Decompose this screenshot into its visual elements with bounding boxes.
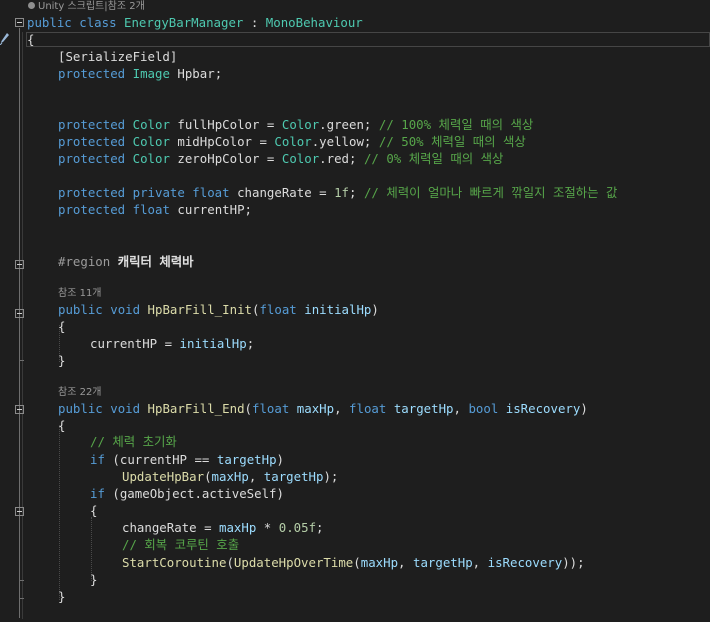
codelens-end[interactable]: 참조 22개 <box>0 386 102 400</box>
fold-toggle-if[interactable] <box>15 507 24 516</box>
change-margin-bar <box>22 32 23 619</box>
code-line-init-close[interactable]: } <box>0 352 65 369</box>
code-line-comment-init[interactable]: // 체력 초기화 <box>0 433 177 450</box>
attribute-serialize-field: [SerializeField] <box>58 49 178 64</box>
code-line-init-body[interactable]: currentHP = initialHp; <box>0 335 254 352</box>
code-line-if-current[interactable]: if (currentHP == targetHp) <box>0 451 284 468</box>
code-line-init-declaration[interactable]: public void HpBarFill_Init(float initial… <box>0 301 379 318</box>
unity-icon <box>28 2 35 9</box>
code-line-comment-coroutine[interactable]: // 회복 코루틴 호출 <box>0 536 239 553</box>
region-name: 캐릭터 체력바 <box>117 254 194 269</box>
base-class-name: MonoBehaviour <box>265 15 363 30</box>
code-line-end-close[interactable]: } <box>0 588 65 605</box>
fold-toggle-region[interactable] <box>15 260 24 269</box>
fold-toggle-init[interactable] <box>15 309 24 318</box>
fold-end-if <box>19 580 24 581</box>
code-line-class-declaration[interactable]: public class EnergyBarManager : MonoBeha… <box>0 14 363 31</box>
keyword-public: public <box>27 15 72 30</box>
current-line-highlight <box>26 32 710 47</box>
code-line-if-close[interactable]: } <box>0 571 97 588</box>
code-line-init-open[interactable]: { <box>0 318 65 335</box>
code-line-region[interactable]: #region 캐릭터 체력바 <box>0 253 194 270</box>
method-name-end: HpBarFill_End <box>147 401 245 416</box>
code-line-zero-hp-color[interactable]: protected Color zeroHpColor = Color.red;… <box>0 150 503 167</box>
code-line-serialize-field[interactable]: [SerializeField] <box>0 48 177 65</box>
code-line-open-brace[interactable]: { <box>0 31 34 48</box>
code-line-current-hp[interactable]: protected float currentHP; <box>0 201 252 218</box>
method-name-init: HpBarFill_Init <box>147 302 252 317</box>
code-line-if-active[interactable]: if (gameObject.activeSelf) <box>0 485 284 502</box>
code-line-update-call[interactable]: UpdateHpBar(maxHp, targetHp); <box>0 468 338 485</box>
code-line-end-open[interactable]: { <box>0 417 65 434</box>
fold-line-class <box>19 28 20 618</box>
references-count[interactable]: 참조 2개 <box>108 1 145 12</box>
codelens-init[interactable]: 참조 11개 <box>0 287 102 301</box>
class-name: EnergyBarManager <box>124 15 244 30</box>
code-line-full-hp-color[interactable]: protected Color fullHpColor = Color.gree… <box>0 116 533 133</box>
fold-toggle-end[interactable] <box>15 405 24 414</box>
code-line-mid-hp-color[interactable]: protected Color midHpColor = Color.yello… <box>0 133 526 150</box>
fold-end-init <box>19 360 24 361</box>
fold-end-method <box>19 598 24 599</box>
indent-guide-end <box>59 425 60 600</box>
code-line-hpbar-field[interactable]: protected Image Hpbar; <box>0 65 222 82</box>
code-line-rate-assign[interactable]: changeRate = maxHp * 0.05f; <box>0 519 324 536</box>
code-line-if-open[interactable]: { <box>0 502 97 519</box>
fold-toggle-class[interactable] <box>15 18 24 27</box>
code-line-start-coroutine[interactable]: StartCoroutine(UpdateHpOverTime(maxHp, t… <box>0 554 585 571</box>
keyword-class: class <box>79 15 117 30</box>
codelens-class[interactable]: Unity 스크립트|참조 2개 <box>0 0 145 14</box>
code-line-end-declaration[interactable]: public void HpBarFill_End(float maxHp, f… <box>0 400 588 417</box>
code-line-change-rate[interactable]: protected private float changeRate = 1f;… <box>0 184 617 201</box>
unity-script-label[interactable]: Unity 스크립트 <box>38 1 104 12</box>
